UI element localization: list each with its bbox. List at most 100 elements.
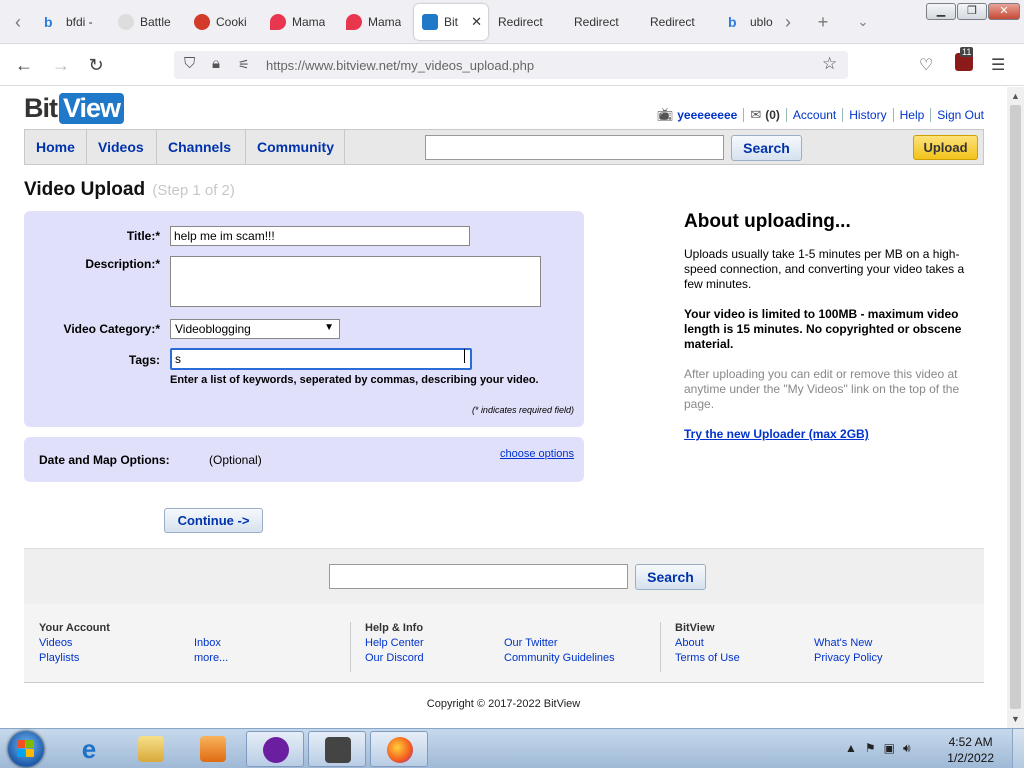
header-search-input[interactable]	[425, 135, 724, 160]
browser-toolbar: ← → ↻ ⛉ 🔒︎ ⚟ https://www.bitview.net/my_…	[0, 44, 1024, 86]
footer-link-terms[interactable]: Terms of Use	[675, 652, 740, 664]
minimize-icon[interactable]: ▁	[926, 3, 956, 20]
site-logo[interactable]: Bit View	[24, 92, 125, 124]
scroll-up-icon[interactable]: ▲	[1011, 91, 1020, 101]
copyright-text: Copyright © 2017-2022 BitView	[426, 698, 581, 710]
page-scrollbar[interactable]: ▲ ▼	[1007, 87, 1024, 728]
clock[interactable]: 4:52 AM 1/2/2022	[947, 734, 994, 766]
footer-link-videos[interactable]: Videos	[39, 637, 72, 649]
upload-button[interactable]: Upload	[913, 135, 978, 160]
tab-redirect-3[interactable]: Redirect	[642, 4, 716, 40]
new-uploader-link[interactable]: Try the new Uploader (max 2GB)	[684, 427, 869, 441]
page-title-text: Video Upload	[24, 179, 146, 200]
choose-options-link[interactable]: choose options	[500, 448, 574, 460]
taskbar-internet-explorer[interactable]: e	[60, 731, 118, 767]
nav-channels[interactable]: Channels	[157, 130, 246, 164]
tab-redirect-1[interactable]: Redirect	[490, 4, 564, 40]
optional-text: (Optional)	[209, 453, 262, 467]
footer-link-discord[interactable]: Our Discord	[365, 652, 424, 664]
menu-icon[interactable]: ☰	[991, 55, 1005, 75]
tab-mama-1[interactable]: Mama	[262, 4, 336, 40]
tabs-scroll-right-icon[interactable]: ›	[778, 12, 798, 32]
scroll-down-icon[interactable]: ▼	[1011, 714, 1020, 724]
new-tab-icon[interactable]: +	[813, 12, 833, 32]
forward-icon[interactable]: →	[49, 54, 73, 76]
close-tab-icon[interactable]: ✕	[471, 14, 482, 30]
username-link[interactable]: yeeeeeeee	[677, 108, 737, 122]
footer-link-twitter[interactable]: Our Twitter	[504, 637, 558, 649]
title-input[interactable]: help me im scam!!!	[170, 226, 470, 246]
close-window-icon[interactable]: ✕	[988, 3, 1020, 20]
description-textarea[interactable]	[170, 256, 541, 307]
scrollbar-thumb[interactable]	[1010, 105, 1021, 709]
footer-link-guidelines[interactable]: Community Guidelines	[504, 652, 615, 664]
back-icon[interactable]: ←	[12, 54, 36, 76]
windows-taskbar: e ▲⚑▣🔊︎ 4:52 AM 1/2/2022	[0, 728, 1024, 768]
bookmark-star-icon[interactable]: ☆	[822, 54, 837, 74]
tabs-scroll-left-icon[interactable]: ‹	[8, 12, 28, 32]
lock-icon[interactable]: 🔒︎	[212, 55, 220, 72]
show-desktop-button[interactable]	[1012, 729, 1024, 768]
taskbar-media-player[interactable]	[184, 731, 242, 767]
sign-out-link[interactable]: Sign Out	[937, 108, 984, 122]
permissions-icon[interactable]: ⚟	[238, 57, 250, 73]
list-tabs-icon[interactable]: ⌄	[853, 12, 873, 32]
footer-search: Search	[24, 548, 984, 604]
maximize-icon[interactable]: ❐	[957, 3, 987, 20]
footer-link-inbox[interactable]: Inbox	[194, 637, 221, 649]
footer-link-playlists[interactable]: Playlists	[39, 652, 79, 664]
divider	[743, 108, 745, 122]
taskbar-video-app[interactable]	[308, 731, 366, 767]
mail-icon[interactable]: ✉	[750, 107, 761, 123]
continue-button[interactable]: Continue ->	[164, 508, 263, 533]
footer-link-whats-new[interactable]: What's New	[814, 637, 872, 649]
footer-links: Your Account Videos Playlists Inbox more…	[24, 604, 984, 683]
tab-bfdi[interactable]: b bfdi -	[36, 4, 110, 40]
footer-divider	[350, 622, 351, 672]
system-tray[interactable]: ▲⚑▣🔊︎	[845, 741, 919, 756]
tab-redirect-2[interactable]: Redirect	[566, 4, 640, 40]
tab-cookie[interactable]: Cooki	[186, 4, 260, 40]
nav-home[interactable]: Home	[25, 130, 87, 164]
help-link[interactable]: Help	[900, 108, 925, 122]
nav-community[interactable]: Community	[246, 130, 345, 164]
about-uploading-panel: About uploading... Uploads usually take …	[684, 211, 974, 441]
nav-videos[interactable]: Videos	[87, 130, 157, 164]
tab-mama-2[interactable]: Mama	[338, 4, 412, 40]
footer-search-input[interactable]	[329, 564, 628, 589]
footer-link-help-center[interactable]: Help Center	[365, 637, 424, 649]
taskbar-explorer[interactable]	[122, 731, 180, 767]
start-button[interactable]	[8, 731, 44, 767]
header-search-button[interactable]: Search	[731, 135, 802, 161]
text-cursor-icon	[464, 349, 466, 363]
pocket-icon[interactable]: ♡	[919, 55, 933, 75]
tags-input[interactable]: s	[170, 348, 472, 370]
mail-count[interactable]: (0)	[765, 108, 780, 122]
tab-ublo[interactable]: b ublo	[720, 4, 780, 40]
history-link[interactable]: History	[849, 108, 886, 122]
tab-battle[interactable]: Battle	[110, 4, 184, 40]
footer-link-about[interactable]: About	[675, 637, 704, 649]
tab-bitview[interactable]: Bit ✕	[414, 4, 488, 40]
tab-label: Mama	[292, 15, 326, 29]
category-select[interactable]: Videoblogging ▼	[170, 319, 340, 339]
shield-icon[interactable]: ⛉	[184, 55, 195, 72]
url-text[interactable]: https://www.bitview.net/my_videos_upload…	[266, 58, 534, 73]
address-bar[interactable]: ⛉ 🔒︎ ⚟ https://www.bitview.net/my_videos…	[174, 51, 848, 79]
tab-label: Cooki	[216, 15, 247, 29]
footer-link-more[interactable]: more...	[194, 652, 228, 664]
tab-label: bfdi -	[66, 15, 93, 29]
account-link[interactable]: Account	[793, 108, 836, 122]
footer-search-button[interactable]: Search	[635, 564, 706, 590]
clock-time: 4:52 AM	[948, 735, 993, 749]
windows-logo-icon	[17, 740, 35, 758]
category-selected-value: Videoblogging	[175, 322, 251, 336]
date-map-options: Date and Map Options: (Optional) choose …	[24, 437, 584, 482]
taskbar-yahoo-messenger[interactable]	[246, 731, 304, 767]
logo-bit-text: Bit	[24, 92, 58, 123]
tv-icon: 📺︎	[656, 107, 674, 122]
chevron-down-icon: ▼	[324, 322, 334, 333]
reload-icon[interactable]: ↻	[84, 54, 108, 76]
footer-link-privacy[interactable]: Privacy Policy	[814, 652, 882, 664]
taskbar-firefox[interactable]	[370, 731, 428, 767]
